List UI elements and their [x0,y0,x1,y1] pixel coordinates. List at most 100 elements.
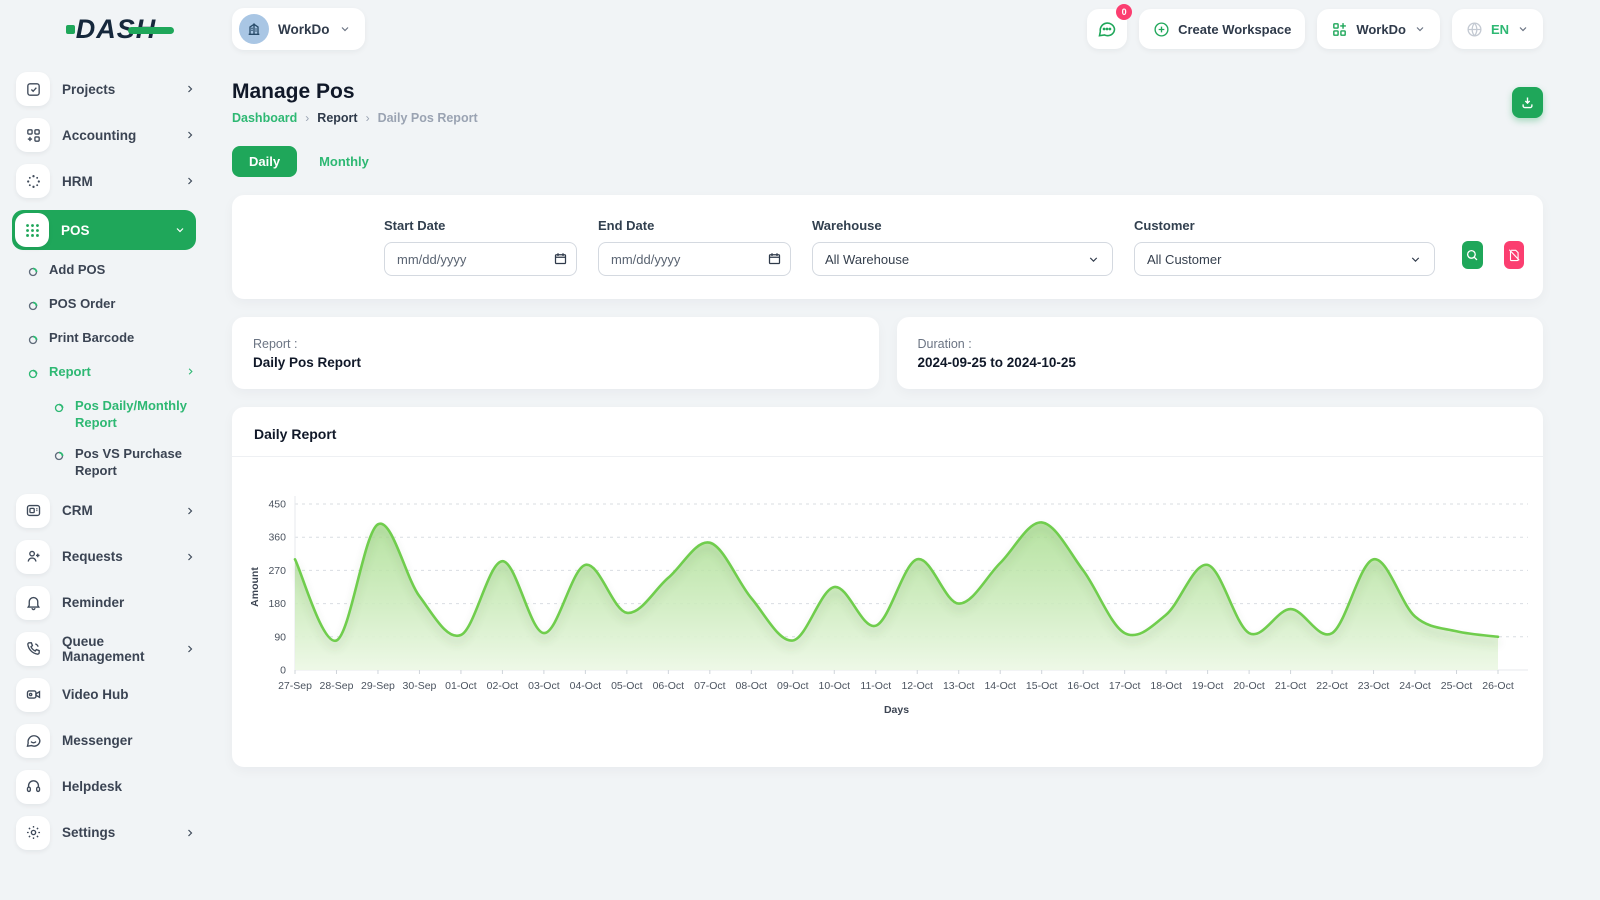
report-value: Daily Pos Report [253,355,858,370]
svg-text:02-Oct: 02-Oct [487,680,519,692]
logo-dot [66,25,75,34]
chevron-right-icon [184,643,196,655]
chevron-right-icon [185,366,196,377]
chevron-right-icon [184,551,196,563]
bullet-icon [28,366,38,384]
chevron-right-icon [184,505,196,517]
sidebar-item-pos-order[interactable]: POS Order [28,296,196,316]
sidebar-item-print-barcode[interactable]: Print Barcode [28,330,196,350]
svg-text:0: 0 [280,665,286,677]
filter-card: Start Date End Date Warehouse All Wareho… [232,195,1543,299]
language-selector[interactable]: EN [1452,9,1543,49]
sidebar-item-settings[interactable]: Settings [16,816,196,850]
svg-text:01-Oct: 01-Oct [445,680,477,692]
language-label: EN [1491,22,1509,37]
create-workspace-button[interactable]: Create Workspace [1139,9,1305,49]
chart-title: Daily Report [232,407,1543,457]
breadcrumb-dashboard[interactable]: Dashboard [232,111,297,125]
reset-filter-button[interactable] [1504,241,1525,269]
sidebar-item-accounting[interactable]: Accounting [16,118,196,152]
duration-label: Duration : [918,337,1523,351]
sidebar-item-report[interactable]: Report [28,364,196,384]
warehouse-select[interactable]: All Warehouse [812,242,1113,276]
calendar-icon[interactable] [553,251,568,271]
sidebar-item-helpdesk[interactable]: Helpdesk [16,770,196,804]
breadcrumb-report[interactable]: Report [317,111,357,125]
search-icon [1465,248,1479,262]
workspace-selector[interactable]: WorkDo [232,8,365,50]
svg-text:16-Oct: 16-Oct [1067,680,1099,692]
svg-text:180: 180 [268,598,286,610]
messages-button[interactable]: 0 [1087,9,1127,49]
apps-menu-label: WorkDo [1356,22,1406,37]
headset-icon [16,770,50,804]
svg-text:08-Oct: 08-Oct [736,680,768,692]
top-bar: DASH WorkDo 0 Create Workspace WorkDo EN [0,0,1600,58]
svg-text:07-Oct: 07-Oct [694,680,726,692]
sidebar-item-projects[interactable]: Projects [16,72,196,106]
svg-text:04-Oct: 04-Oct [570,680,602,692]
chevron-down-icon [1414,23,1426,35]
start-date-input[interactable] [384,242,577,276]
end-date-label: End Date [598,218,791,233]
svg-text:06-Oct: 06-Oct [653,680,685,692]
end-date-input[interactable] [598,242,791,276]
main-content: Manage Pos Dashboard › Report › Daily Po… [232,58,1543,767]
chevron-right-icon [184,175,196,187]
svg-text:30-Sep: 30-Sep [403,680,437,692]
sidebar-item-pos[interactable]: POS [12,210,196,250]
sidebar-item-reminder[interactable]: Reminder [16,586,196,620]
workspace-name: WorkDo [278,22,330,37]
svg-text:22-Oct: 22-Oct [1316,680,1348,692]
svg-text:360: 360 [268,532,286,544]
apply-filter-button[interactable] [1462,241,1483,269]
sidebar-item-pos-vs-purchase-report[interactable]: Pos VS Purchase Report [54,446,196,480]
svg-text:Amount: Amount [249,567,261,607]
breadcrumb: Dashboard › Report › Daily Pos Report [232,111,478,125]
download-icon [1520,95,1535,110]
hrm-icon [16,164,50,198]
customer-field: Customer All Customer [1134,218,1435,276]
sidebar-item-crm[interactable]: CRM [16,494,196,528]
bullet-icon [28,264,38,282]
logo-dash-bar [128,27,174,34]
sidebar-item-video-hub[interactable]: Video Hub [16,678,196,712]
pos-submenu: Add POS POS Order Print Barcode Report P… [16,262,196,480]
globe-icon [1466,21,1483,38]
svg-text:03-Oct: 03-Oct [528,680,560,692]
svg-text:17-Oct: 17-Oct [1109,680,1141,692]
download-report-button[interactable] [1512,87,1543,118]
breadcrumb-separator: › [305,111,309,125]
sidebar-item-requests[interactable]: Requests [16,540,196,574]
sidebar-item-messenger[interactable]: Messenger [16,724,196,758]
sidebar-item-hrm[interactable]: HRM [16,164,196,198]
apps-menu-button[interactable]: WorkDo [1317,9,1440,49]
requests-icon [16,540,50,574]
sidebar: Projects Accounting HRM POS Add POS POS … [0,58,210,900]
tab-monthly[interactable]: Monthly [319,154,369,169]
svg-text:29-Sep: 29-Sep [361,680,395,692]
svg-text:19-Oct: 19-Oct [1192,680,1224,692]
sidebar-item-pos-daily-monthly-report[interactable]: Pos Daily/Monthly Report [54,398,196,432]
report-label: Report : [253,337,858,351]
sidebar-item-queue-management[interactable]: Queue Management [16,632,196,666]
brand-logo[interactable]: DASH [0,14,232,45]
bullet-icon [28,298,38,316]
svg-text:10-Oct: 10-Oct [819,680,851,692]
chevron-down-icon [174,224,186,236]
svg-text:23-Oct: 23-Oct [1358,680,1390,692]
customer-select[interactable]: All Customer [1134,242,1435,276]
chevron-down-icon [339,23,351,35]
svg-text:05-Oct: 05-Oct [611,680,643,692]
crm-icon [16,494,50,528]
svg-text:14-Oct: 14-Oct [984,680,1016,692]
sidebar-item-add-pos[interactable]: Add POS [28,262,196,282]
calendar-icon[interactable] [767,251,782,271]
page-title: Manage Pos [232,80,478,104]
tab-daily[interactable]: Daily [232,146,297,177]
daily-report-card: Daily Report 09018027036045027-Sep28-Sep… [232,407,1543,767]
svg-text:25-Oct: 25-Oct [1441,680,1473,692]
svg-text:12-Oct: 12-Oct [901,680,933,692]
svg-text:27-Sep: 27-Sep [278,680,312,692]
start-date-field: Start Date [384,218,577,276]
